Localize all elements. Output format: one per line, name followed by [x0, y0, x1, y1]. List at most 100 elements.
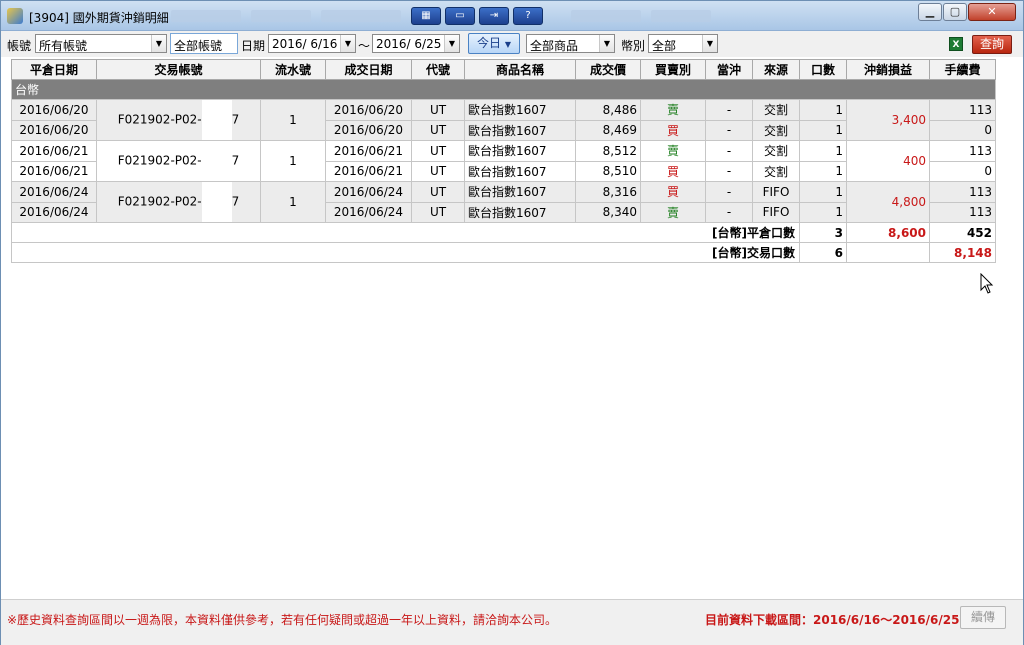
blurred-tab — [171, 10, 241, 22]
col-side[interactable]: 買賣別 — [640, 59, 706, 80]
cell-trade-date: 2016/06/20 — [325, 119, 412, 141]
title-bar[interactable]: [3904] 國外期貨沖銷明細 ▦ ▭ ⇥ ? ▁ ▢ ✕ — [1, 1, 1023, 31]
cell-source: 交割 — [752, 119, 800, 141]
col-pl[interactable]: 沖銷損益 — [846, 59, 930, 80]
cell-close-date: 2016/06/24 — [11, 201, 97, 223]
table-row[interactable]: 2016/06/21 F021902-P02- 7 1 2016/06/21 UT… — [11, 140, 996, 182]
cell-trade-date: 2016/06/21 — [325, 140, 412, 162]
col-fee[interactable]: 手續費 — [929, 59, 996, 80]
continue-button[interactable]: 續傳 — [960, 606, 1006, 629]
product-select[interactable]: 全部商品 ▼ — [526, 34, 615, 53]
cell-source: 交割 — [752, 99, 800, 121]
account-tail: 7 — [231, 153, 240, 168]
cell-side: 買 — [640, 160, 706, 182]
export-button[interactable]: ⇥ — [479, 7, 509, 25]
redacted-block — [201, 100, 232, 140]
group-label: 台幣 — [11, 79, 996, 100]
cell-price: 8,469 — [575, 119, 641, 141]
cell-pl: 4,800 — [846, 181, 930, 223]
date-from-picker[interactable]: 2016/ 6/16 ▼ — [268, 34, 356, 53]
cell-code: UT — [411, 99, 465, 121]
minimize-button[interactable]: ▁ — [918, 3, 942, 21]
cell-source: FIFO — [752, 201, 800, 223]
col-product-name[interactable]: 商品名稱 — [464, 59, 576, 80]
col-code[interactable]: 代號 — [411, 59, 465, 80]
account-input[interactable]: 全部帳號 — [170, 33, 238, 54]
export-icon: ⇥ — [489, 10, 499, 21]
maximize-icon: ▢ — [949, 5, 961, 18]
cell-price: 8,340 — [575, 201, 641, 223]
cell-account: F021902-P02- 7 — [96, 99, 261, 141]
col-serial[interactable]: 流水號 — [260, 59, 326, 80]
cell-price: 8,316 — [575, 181, 641, 203]
col-daytrade[interactable]: 當沖 — [705, 59, 753, 80]
date-separator: ～ — [358, 39, 371, 53]
today-label: 今日 — [477, 36, 502, 50]
account-select[interactable]: 所有帳號 ▼ — [35, 34, 167, 53]
chevron-down-icon: ▼ — [702, 35, 717, 52]
cell-product-name: 歐台指數1607 — [464, 140, 576, 162]
chevron-down-icon: ▼ — [504, 40, 511, 49]
cell-product-name: 歐台指數1607 — [464, 181, 576, 203]
cell-trade-date: 2016/06/20 — [325, 99, 412, 121]
cell-source: 交割 — [752, 160, 800, 182]
cell-qty: 1 — [799, 181, 847, 203]
cell-account: F021902-P02- 7 — [96, 181, 261, 223]
cell-qty: 1 — [799, 99, 847, 121]
cell-fee: 113 — [929, 181, 996, 203]
query-button[interactable]: 查詢 — [972, 35, 1012, 54]
today-button[interactable]: 今日 ▼ — [468, 33, 520, 54]
cell-side: 買 — [640, 181, 706, 203]
cell-fee: 0 — [929, 119, 996, 141]
col-price[interactable]: 成交價 — [575, 59, 641, 80]
excel-icon[interactable]: X — [949, 37, 963, 51]
summary-row: [台幣]平倉口數 3 8,600 452 — [11, 222, 996, 243]
currency-group-row[interactable]: 台幣 — [11, 79, 996, 100]
blurred-tab — [321, 10, 401, 22]
table-row[interactable]: 2016/06/20 F021902-P02- 7 1 2016/06/20 UT… — [11, 99, 996, 141]
currency-label: 幣別 — [621, 39, 646, 53]
cell-qty: 1 — [799, 201, 847, 223]
date-to-picker[interactable]: 2016/ 6/25 ▼ — [372, 34, 460, 53]
currency-select[interactable]: 全部 ▼ — [648, 34, 718, 53]
cell-daytrade: - — [705, 119, 753, 141]
history-note: ※歷史資料查詢區間以一週為限，本資料僅供參考，若有任何疑問或超過一年以上資料，請… — [7, 613, 558, 627]
cell-fee: 113 — [929, 99, 996, 121]
col-close-date[interactable]: 平倉日期 — [11, 59, 97, 80]
cell-source: 交割 — [752, 140, 800, 162]
grid-icon: ▦ — [421, 10, 431, 21]
cell-fee: 113 — [929, 140, 996, 162]
cell-serial: 1 — [260, 140, 326, 182]
download-range: 目前資料下載區間：2016/6/16～2016/6/25 — [705, 613, 960, 627]
table-row[interactable]: 2016/06/24 F021902-P02- 7 1 2016/06/24 UT… — [11, 181, 996, 223]
cell-trade-date: 2016/06/24 — [325, 201, 412, 223]
layout-grid-button[interactable]: ▦ — [411, 7, 441, 25]
date-label: 日期 — [241, 39, 266, 53]
close-button[interactable]: ✕ — [968, 3, 1016, 21]
cell-side: 賣 — [640, 201, 706, 223]
cell-daytrade: - — [705, 140, 753, 162]
col-account[interactable]: 交易帳號 — [96, 59, 261, 80]
summary-qty: 3 — [799, 222, 847, 243]
cell-serial: 1 — [260, 181, 326, 223]
help-button[interactable]: ? — [513, 7, 543, 25]
chevron-down-icon: ▼ — [599, 35, 614, 52]
maximize-button[interactable]: ▢ — [943, 3, 967, 21]
cell-daytrade: - — [705, 201, 753, 223]
filter-toolbar: 帳號 所有帳號 ▼ 全部帳號 日期 2016/ 6/16 ▼ ～ 2016/ 6… — [1, 31, 1023, 57]
mouse-cursor-icon — [980, 273, 994, 294]
summary-pl: 8,600 — [846, 222, 930, 243]
cell-price: 8,512 — [575, 140, 641, 162]
col-trade-date[interactable]: 成交日期 — [325, 59, 412, 80]
minimize-icon: ▁ — [925, 5, 935, 18]
col-qty[interactable]: 口數 — [799, 59, 847, 80]
help-icon: ? — [525, 10, 531, 21]
window-button[interactable]: ▭ — [445, 7, 475, 25]
cell-qty: 1 — [799, 140, 847, 162]
summary-pl — [846, 242, 930, 263]
col-source[interactable]: 來源 — [752, 59, 800, 80]
cell-qty: 1 — [799, 119, 847, 141]
cell-fee: 0 — [929, 160, 996, 182]
cell-product-name: 歐台指數1607 — [464, 99, 576, 121]
blurred-tab — [651, 10, 711, 22]
